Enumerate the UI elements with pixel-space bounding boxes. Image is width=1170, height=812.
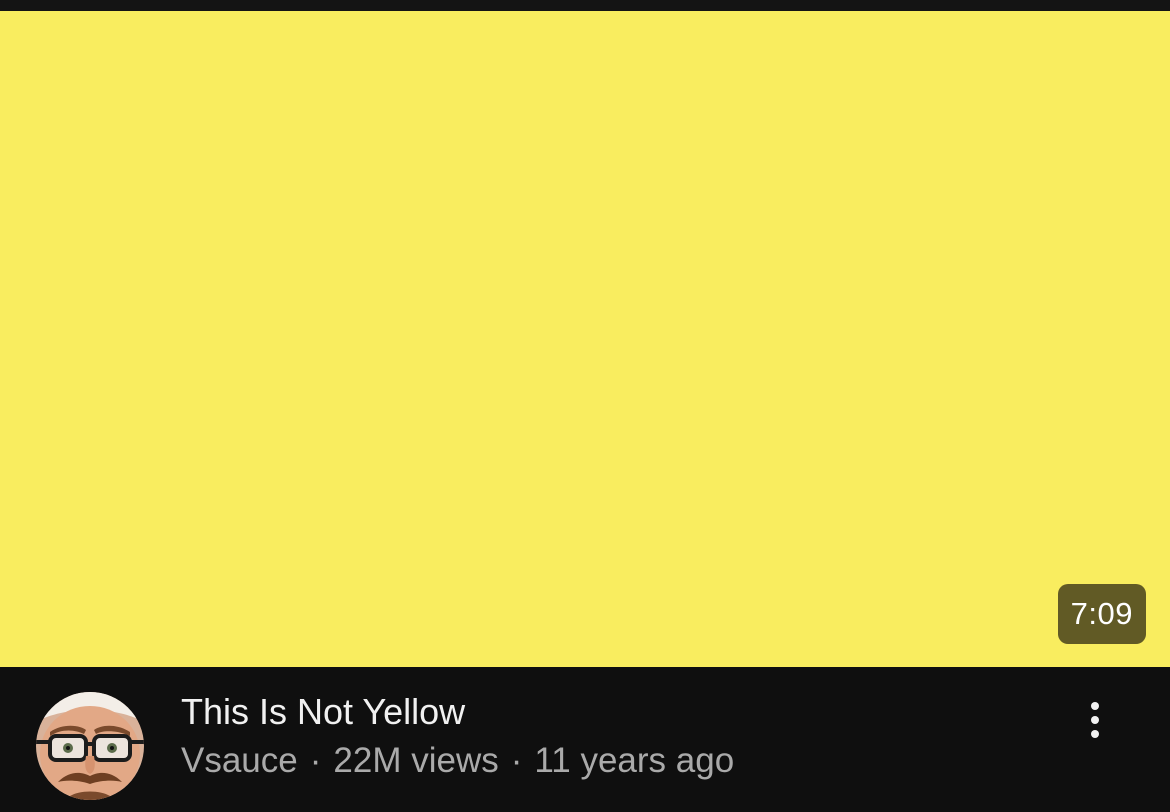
video-card: 7:09 This Is Not Yellow Vsauce · 22M vie… <box>0 0 1170 812</box>
video-meta-row: This Is Not Yellow Vsauce · 22M views · 11 y… <box>0 667 1170 812</box>
channel-name[interactable]: Vsauce <box>181 741 298 780</box>
vertical-ellipsis-icon <box>1091 702 1099 710</box>
upload-age: 11 years ago <box>534 741 735 780</box>
video-title[interactable]: This Is Not Yellow <box>181 689 465 735</box>
view-count: 22M views <box>333 741 499 780</box>
channel-avatar[interactable] <box>36 692 144 800</box>
vertical-ellipsis-icon <box>1091 730 1099 738</box>
duration-badge: 7:09 <box>1057 584 1146 644</box>
video-thumbnail[interactable]: 7:09 <box>0 11 1170 667</box>
more-options-button[interactable] <box>1070 695 1120 745</box>
separator: · <box>510 741 523 780</box>
top-edge <box>0 0 1170 11</box>
vertical-ellipsis-icon <box>1091 716 1099 724</box>
video-subtitle: Vsauce · 22M views · 11 years ago <box>181 738 734 784</box>
avatar-face-icon <box>36 692 144 800</box>
separator: · <box>309 741 322 780</box>
